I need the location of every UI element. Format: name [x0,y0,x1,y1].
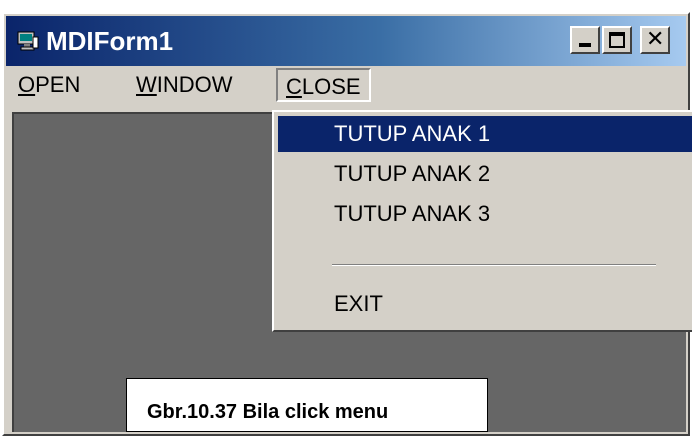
close-menu-dropdown: TUTUP ANAK 1 TUTUP ANAK 2 TUTUP ANAK 3 E… [272,110,692,332]
menu-item-tutup-anak-2[interactable]: TUTUP ANAK 2 [278,156,692,192]
window-title: MDIForm1 [46,26,174,56]
minimize-button[interactable] [570,26,600,54]
menu-separator [332,264,656,266]
close-window-button[interactable]: ✕ [640,26,670,54]
menu-window[interactable]: WINDOW [128,68,241,102]
menu-item-tutup-anak-3[interactable]: TUTUP ANAK 3 [278,196,692,232]
menu-open[interactable]: OPEN [10,68,88,102]
app-icon [17,31,39,51]
minimize-icon [579,43,591,47]
maximize-button[interactable] [602,26,632,54]
menu-item-tutup-anak-1[interactable]: TUTUP ANAK 1 [278,116,692,152]
figure-caption-box: Gbr.10.37 Bila click menu [126,378,488,432]
title-bar[interactable]: MDIForm1 ✕ [6,16,686,66]
figure-caption: Gbr.10.37 Bila click menu [147,401,389,423]
maximize-icon [609,32,625,48]
menu-close[interactable]: CLOSE [276,68,371,102]
menu-item-exit[interactable]: EXIT [278,286,692,322]
close-icon: ✕ [646,27,665,52]
menu-bar: OPEN WINDOW CLOSE [6,66,686,106]
mdi-form-window: MDIForm1 ✕ OPEN WINDOW CLOSE TUTUP ANAK … [2,12,692,436]
